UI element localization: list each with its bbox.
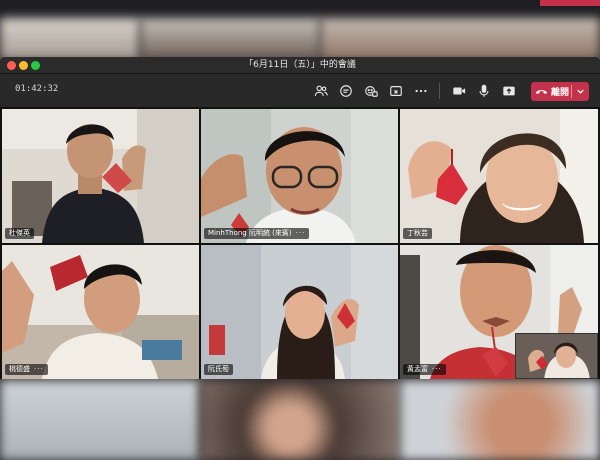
more-actions-button[interactable] (411, 81, 431, 101)
leave-label: 離開 (551, 88, 570, 98)
more-options-icon[interactable]: ··· (296, 229, 306, 237)
share-icon (503, 86, 515, 96)
participant-name-tag: 黃孟富 ··· (403, 364, 446, 375)
window-title: 「6月11日（五）」中的會議 (244, 60, 356, 70)
meeting-window: 「6月11日（五）」中的會議 01:42:32 離開 杜傑英 MinhThong… (0, 57, 600, 379)
background-red-bar (540, 0, 600, 6)
participant-name-tag: MinhThong 阮明統 (來賓) ··· (204, 228, 310, 239)
background-tile (400, 380, 600, 460)
video-tile-5[interactable]: 阮氏萄 (201, 245, 398, 379)
more-options-icon[interactable]: ··· (34, 365, 44, 373)
breakout-rooms-button[interactable] (386, 81, 406, 101)
background-tile (0, 380, 200, 460)
participants-button[interactable] (311, 81, 331, 101)
participant-name: 丁秋芸 (407, 229, 428, 237)
participant-name: MinhThong 阮明統 (來賓) (208, 229, 292, 237)
leave-button[interactable]: 離開 (531, 82, 589, 101)
participant-video (2, 245, 199, 379)
participant-name: 桃德盛 (9, 365, 30, 373)
toolbar-divider (439, 83, 440, 99)
participant-name-tag: 桃德盛 ··· (5, 364, 48, 375)
participant-name: 杜傑英 (9, 229, 30, 237)
mic-button[interactable] (474, 81, 494, 101)
camera-button[interactable] (449, 81, 469, 101)
participant-name: 黃孟富 (407, 365, 428, 373)
chat-icon (340, 85, 352, 97)
video-tile-1[interactable]: 杜傑英 (2, 109, 199, 243)
video-tile-4[interactable]: 桃德盛 ··· (2, 245, 199, 379)
rooms-icon (390, 86, 402, 96)
meeting-toolbar: 01:42:32 離開 (0, 74, 600, 107)
participant-name-tag: 阮氏萄 (204, 364, 233, 375)
video-tile-2[interactable]: MinhThong 阮明統 (來賓) ··· (201, 109, 398, 243)
participant-name-tag: 杜傑英 (5, 228, 34, 239)
title-bar: 「6月11日（五）」中的會議 (0, 57, 600, 74)
participant-video (2, 109, 199, 243)
hang-up-icon (531, 87, 551, 96)
more-options-icon[interactable]: ··· (432, 365, 442, 373)
participant-video (201, 245, 398, 379)
chevron-down-icon[interactable] (575, 86, 586, 97)
background-tile (320, 18, 600, 60)
video-tile-3[interactable]: 丁秋芸 (400, 109, 598, 243)
reactions-icon (365, 86, 378, 97)
self-video (516, 334, 597, 378)
participant-name-tag: 丁秋芸 (403, 228, 432, 239)
more-icon (415, 89, 427, 93)
video-grid: 杜傑英 MinhThong 阮明統 (來賓) ··· 丁秋芸 桃德盛 ··· 阮… (0, 107, 600, 379)
camera-icon (453, 87, 466, 95)
reactions-button[interactable] (361, 81, 381, 101)
self-view-preview[interactable] (515, 333, 598, 379)
participants-icon (314, 85, 328, 96)
chat-button[interactable] (336, 81, 356, 101)
mic-icon (479, 84, 489, 97)
participant-name: 阮氏萄 (208, 365, 229, 373)
participant-video (400, 109, 598, 243)
participant-video (201, 109, 398, 243)
background-tile (0, 18, 140, 60)
background-tile (140, 18, 320, 60)
meeting-timer: 01:42:32 (15, 84, 59, 94)
background-tile (200, 380, 400, 460)
leave-divider (571, 85, 572, 98)
share-screen-button[interactable] (499, 81, 519, 101)
background-top-strip (0, 0, 600, 18)
